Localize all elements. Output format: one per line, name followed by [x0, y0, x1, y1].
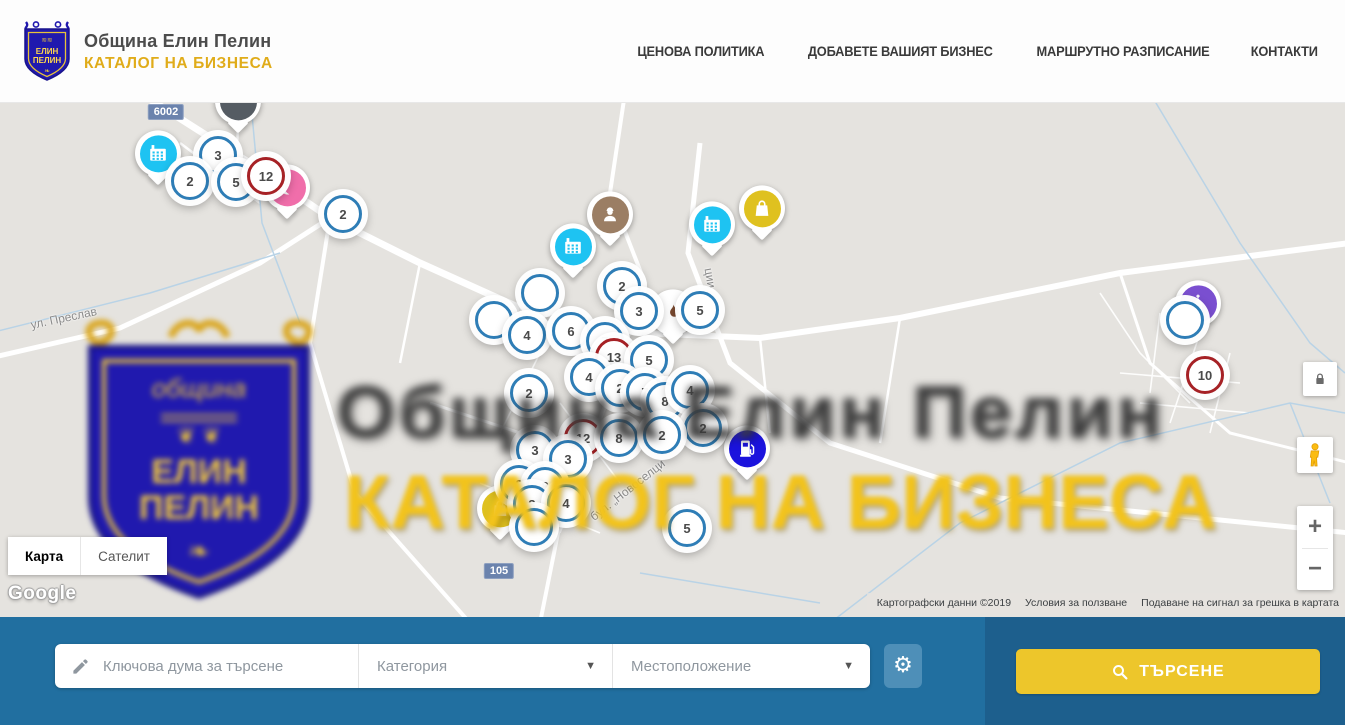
map-canvas[interactable]: 6002105ул. Преславбул. „Новоселциции3251…: [0, 103, 1345, 617]
site-title: Община Елин Пелин: [84, 31, 273, 52]
cluster-marker[interactable]: 5: [681, 291, 719, 329]
pegman-icon: [1304, 442, 1326, 468]
fuel-icon: [729, 430, 766, 467]
site-logo[interactable]: ≋≋ ЕЛИН ПЕЛИН ❧ Община Елин Пелин КАТАЛО…: [22, 21, 273, 82]
cluster-marker[interactable]: 10: [1186, 356, 1224, 394]
factory-icon: [140, 135, 177, 172]
factory-icon: [694, 206, 731, 243]
cluster-marker[interactable]: 2: [643, 416, 681, 454]
zoom-in-button[interactable]: +: [1297, 506, 1333, 548]
attribution-terms-link[interactable]: Условия за ползване: [1025, 597, 1127, 609]
street-view-pegman[interactable]: [1297, 437, 1333, 473]
map-attribution: Картографски данни ©2019 Условия за полз…: [867, 593, 1345, 613]
nav-contacts[interactable]: КОНТАКТИ: [1251, 44, 1318, 59]
road-number-badge: 6002: [148, 104, 184, 120]
svg-text:❧: ❧: [44, 67, 50, 75]
pencil-icon: [71, 657, 90, 676]
keyword-field[interactable]: [55, 644, 358, 688]
site-subtitle: КАТАЛОГ НА БИЗНЕСА: [84, 55, 273, 73]
category-select[interactable]: Категория ▼: [358, 644, 612, 688]
category-select-label: Категория: [377, 658, 447, 675]
location-select[interactable]: Местоположение ▼: [612, 644, 870, 688]
cluster-marker[interactable]: 8: [600, 419, 638, 457]
nav-transport-schedule[interactable]: МАРШРУТНО РАЗПИСАНИЕ: [1037, 44, 1210, 59]
zoom-control: + −: [1297, 506, 1333, 590]
svg-text:≋≋: ≋≋: [42, 36, 53, 44]
pin-marker-factory[interactable]: [689, 201, 735, 247]
dot-icon: [220, 103, 257, 120]
attribution-report-link[interactable]: Подаване на сигнал за грешка в картата: [1141, 597, 1339, 609]
cluster-marker[interactable]: 3: [516, 431, 554, 469]
pin-marker-bag[interactable]: [739, 185, 785, 231]
google-logo[interactable]: Google: [8, 583, 76, 605]
keyword-input[interactable]: [103, 658, 358, 675]
cluster-marker[interactable]: 3: [620, 292, 658, 330]
cluster-marker[interactable]: 4: [547, 484, 585, 522]
cluster-marker[interactable]: 4: [671, 371, 709, 409]
municipality-shield-icon: ≋≋ ЕЛИН ПЕЛИН ❧: [22, 21, 72, 82]
pin-marker-worker[interactable]: [587, 191, 633, 237]
worker-icon: [592, 196, 629, 233]
chevron-down-icon: ▼: [585, 660, 596, 672]
nav-add-business[interactable]: ДОБАВЕТЕ ВАШИЯТ БИЗНЕС: [808, 44, 993, 59]
map-type-map-button[interactable]: Карта: [8, 537, 80, 575]
pin-marker-fuel[interactable]: [724, 425, 770, 471]
cluster-marker[interactable]: 6: [552, 312, 590, 350]
search-button-label: ТЪРСЕНЕ: [1139, 663, 1224, 681]
gear-icon: ⚙: [893, 655, 913, 677]
cluster-marker[interactable]: 5: [668, 509, 706, 547]
cluster-marker[interactable]: 2: [510, 374, 548, 412]
cluster-marker[interactable]: 12: [247, 157, 285, 195]
attribution-data: Картографски данни ©2019: [877, 597, 1011, 609]
cluster-marker[interactable]: 2: [171, 162, 209, 200]
search-bar: Категория ▼ Местоположение ▼ ⚙ ТЪРСЕНЕ: [0, 617, 1345, 725]
cluster-marker[interactable]: 2: [324, 195, 362, 233]
map-lock-control[interactable]: [1303, 362, 1337, 396]
lock-icon: [1312, 371, 1328, 387]
cluster-marker[interactable]: [1166, 301, 1204, 339]
chevron-down-icon: ▼: [843, 660, 854, 672]
location-select-label: Местоположение: [631, 658, 751, 675]
nav-pricing[interactable]: ЦЕНОВА ПОЛИТИКА: [637, 44, 764, 59]
zoom-out-button[interactable]: −: [1297, 548, 1333, 590]
cluster-marker[interactable]: [515, 508, 553, 546]
search-button[interactable]: ТЪРСЕНЕ: [1016, 649, 1320, 694]
cluster-marker[interactable]: 2: [684, 409, 722, 447]
factory-icon: [555, 228, 592, 265]
pin-marker-factory[interactable]: [550, 223, 596, 269]
cluster-marker[interactable]: 4: [508, 316, 546, 354]
cluster-marker[interactable]: [521, 274, 559, 312]
map-type-control: Карта Сателит: [8, 537, 167, 575]
bag-icon: [744, 190, 781, 227]
page: ≋≋ ЕЛИН ПЕЛИН ❧ Община Елин Пелин КАТАЛО…: [0, 0, 1345, 725]
header: ≋≋ ЕЛИН ПЕЛИН ❧ Община Елин Пелин КАТАЛО…: [0, 0, 1345, 103]
road-number-badge: 105: [484, 563, 514, 579]
map-type-satellite-button[interactable]: Сателит: [80, 537, 167, 575]
search-icon: [1111, 663, 1129, 681]
svg-text:ЕЛИН: ЕЛИН: [36, 47, 59, 56]
main-nav: ЦЕНОВА ПОЛИТИКА ДОБАВЕТЕ ВАШИЯТ БИЗНЕС М…: [634, 0, 1320, 103]
search-fields: Категория ▼ Местоположение ▼: [55, 644, 870, 688]
svg-text:ПЕЛИН: ПЕЛИН: [33, 56, 61, 65]
advanced-search-button[interactable]: ⚙: [884, 644, 922, 688]
